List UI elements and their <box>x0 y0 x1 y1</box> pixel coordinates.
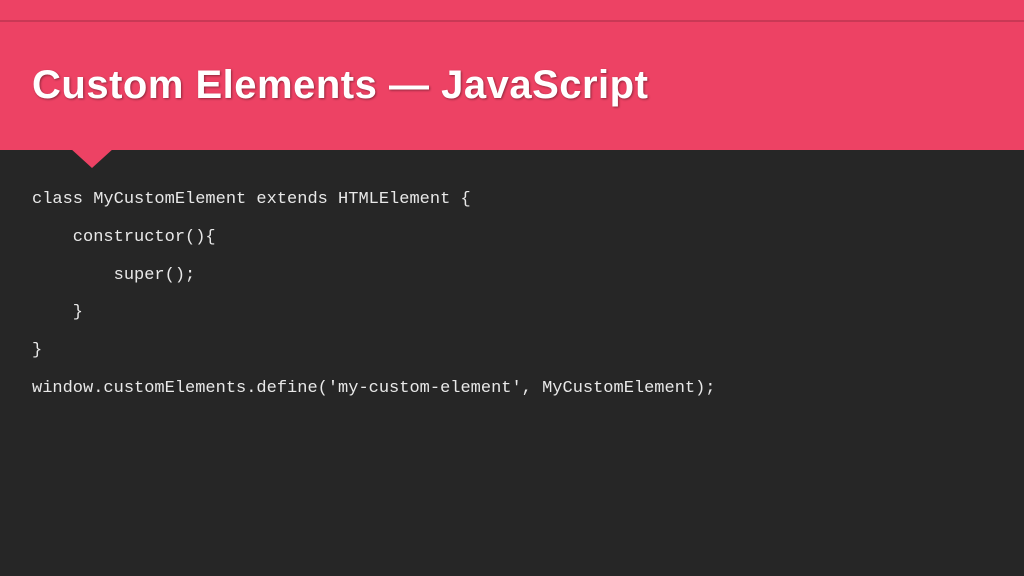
code-line: constructor(){ <box>32 226 992 250</box>
code-line: super(); <box>32 264 992 288</box>
arrow-down-icon <box>70 148 114 168</box>
slide-header: Custom Elements — JavaScript <box>0 0 1024 150</box>
code-line: } <box>32 339 992 363</box>
header-divider <box>0 20 1024 22</box>
code-line: window.customElements.define('my-custom-… <box>32 377 992 401</box>
code-line: } <box>32 301 992 325</box>
slide-title: Custom Elements — JavaScript <box>32 63 648 108</box>
code-line: class MyCustomElement extends HTMLElemen… <box>32 188 992 212</box>
code-block: class MyCustomElement extends HTMLElemen… <box>0 150 1024 453</box>
